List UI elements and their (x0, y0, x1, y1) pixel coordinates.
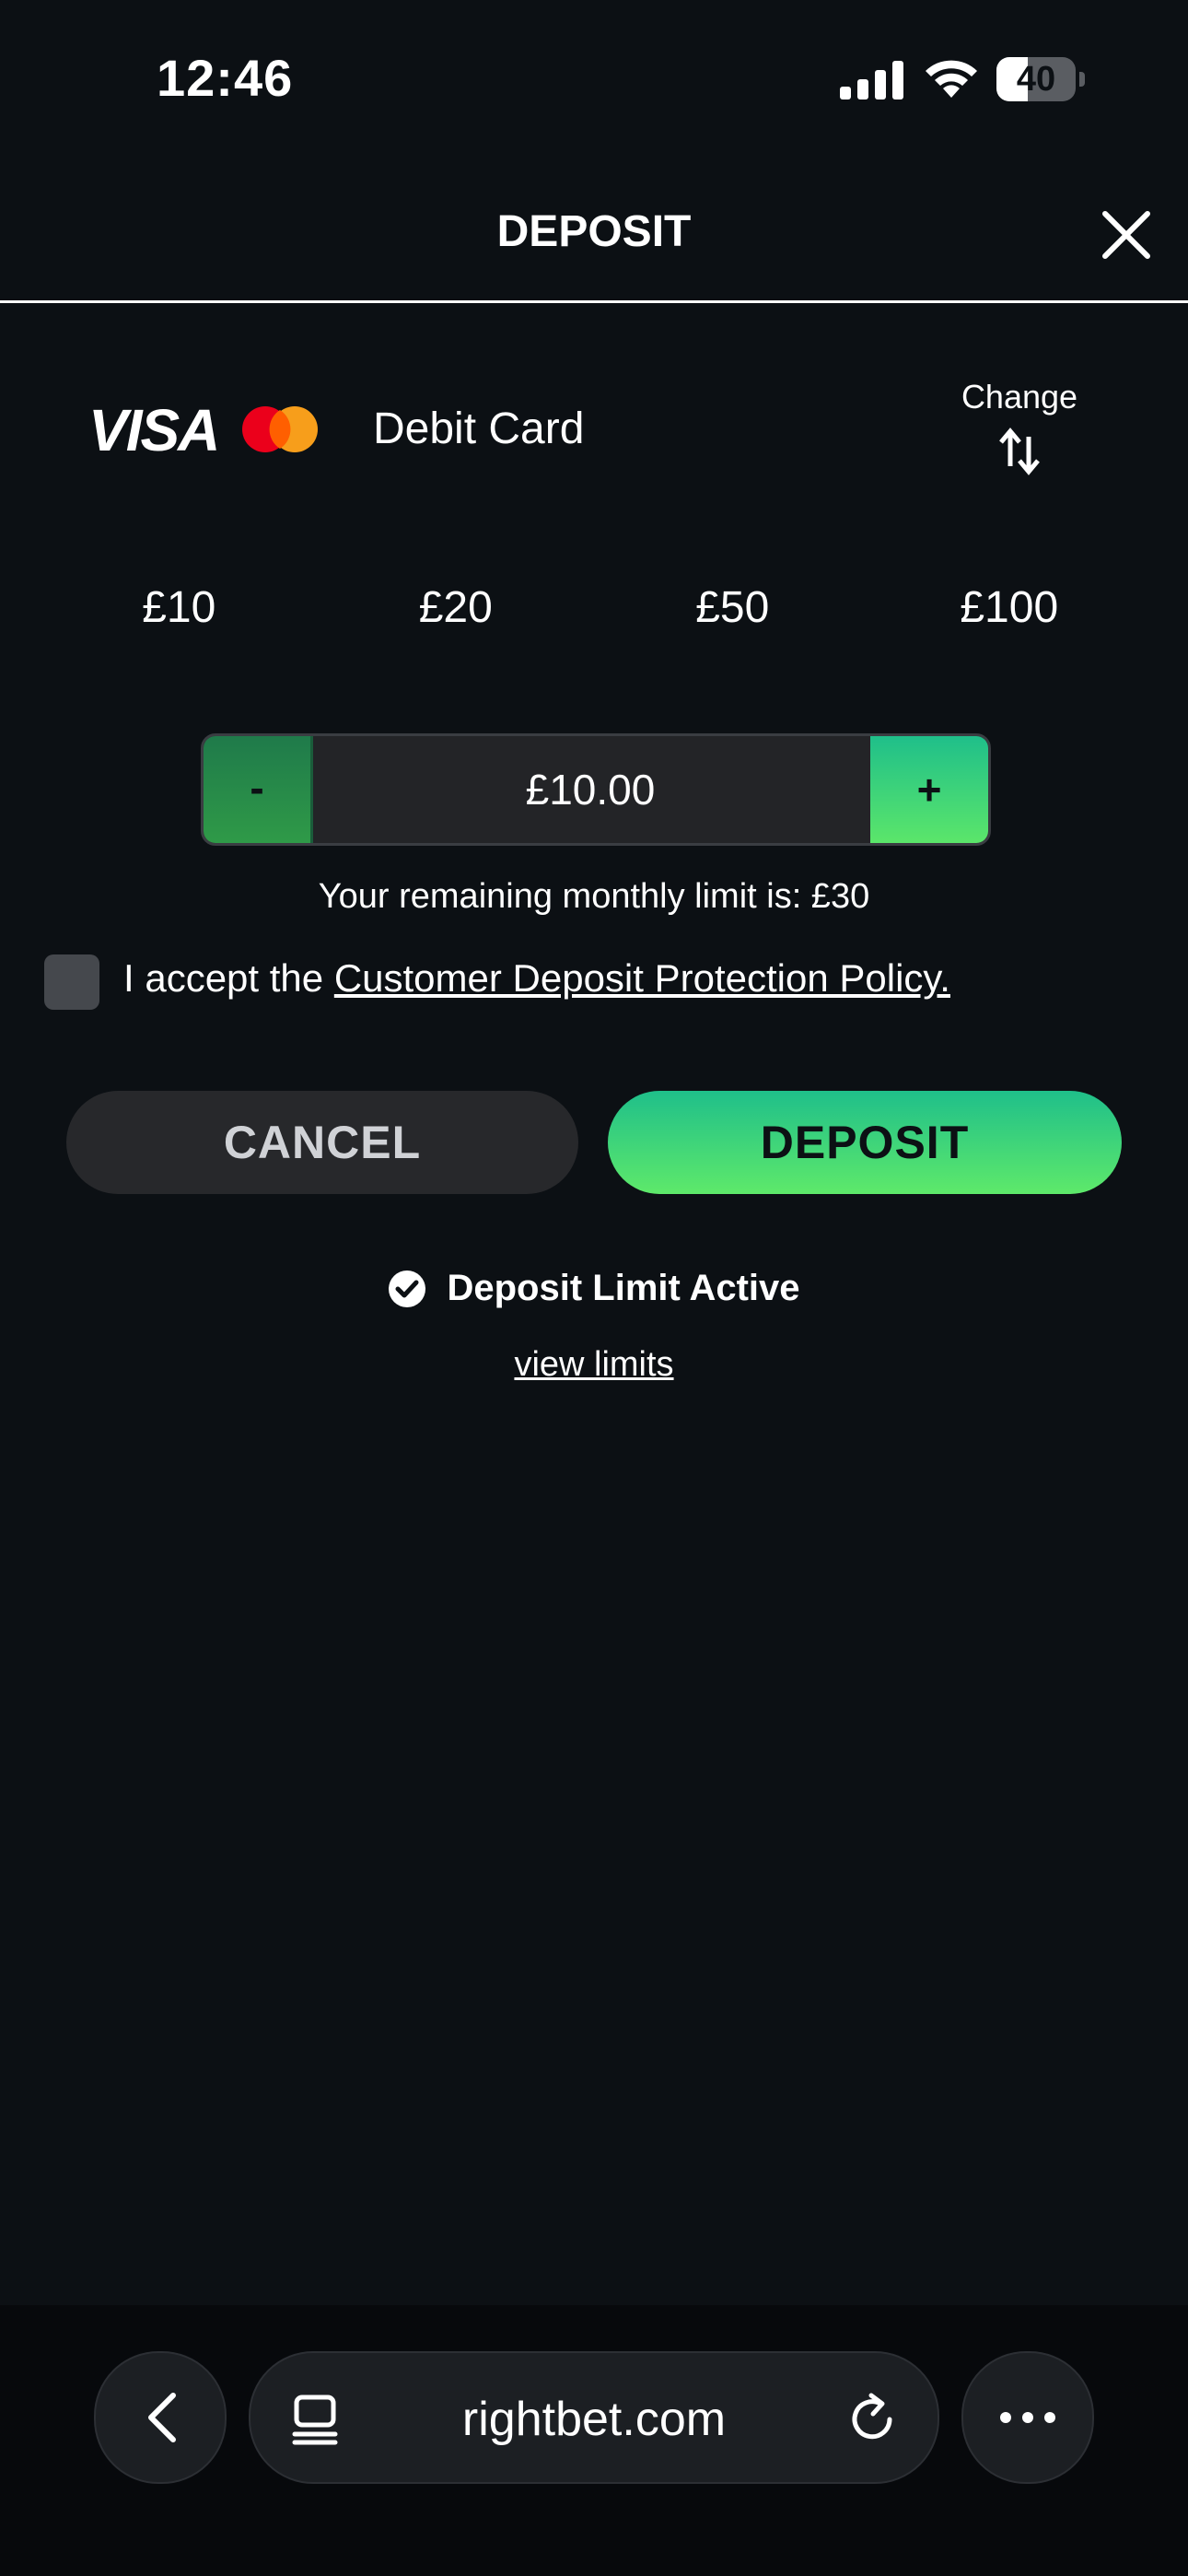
browser-toolbar: rightbet.com (0, 2305, 1188, 2576)
cancel-button[interactable]: CANCEL (66, 1091, 578, 1194)
deposit-limit-status: Deposit Limit Active (0, 1268, 1188, 1319)
wifi-icon (926, 60, 977, 98)
deposit-button[interactable]: DEPOSIT (608, 1091, 1122, 1194)
address-bar[interactable]: rightbet.com (249, 2351, 939, 2484)
policy-acceptance: I accept the Customer Deposit Protection… (44, 953, 1149, 1012)
quick-amount-10[interactable]: £10 (41, 562, 318, 654)
increase-amount-button[interactable]: + (870, 736, 988, 843)
quick-amount-100[interactable]: £100 (871, 562, 1148, 654)
reload-icon[interactable] (847, 2392, 899, 2445)
change-payment-button[interactable]: Change (949, 378, 1090, 479)
quick-amount-20[interactable]: £20 (318, 562, 595, 654)
quick-amounts: £10 £20 £50 £100 (41, 562, 1147, 654)
browser-more-button[interactable] (961, 2351, 1094, 2484)
back-icon (148, 2393, 176, 2442)
page-title: DEPOSIT (496, 207, 692, 256)
mastercard-icon (242, 406, 318, 452)
close-icon[interactable] (1096, 205, 1157, 265)
remaining-limit-text: Your remaining monthly limit is: £30 (318, 877, 870, 916)
status-time: 12:46 (157, 49, 294, 107)
view-limits: view limits (0, 1345, 1188, 1385)
battery-icon: 40 (996, 57, 1085, 101)
policy-prefix: I accept the (123, 956, 334, 1000)
policy-checkbox[interactable] (44, 954, 99, 1010)
policy-link[interactable]: Customer Deposit Protection Policy. (334, 956, 950, 1000)
more-icon (1000, 2412, 1055, 2423)
change-label: Change (961, 378, 1078, 416)
url-text: rightbet.com (461, 2393, 727, 2446)
amount-input[interactable] (313, 736, 868, 843)
quick-amount-50[interactable]: £50 (594, 562, 871, 654)
status-bar: 12:46 40 (0, 0, 1188, 162)
amount-stepper: - + (201, 733, 991, 846)
deposit-limit-text: Deposit Limit Active (447, 1268, 800, 1308)
check-circle-icon (389, 1270, 426, 1307)
battery-level: 40 (1016, 60, 1056, 99)
visa-logo: VISA (88, 397, 220, 463)
deposit-header: DEPOSIT (0, 162, 1188, 303)
card-type-label: Debit Card (373, 404, 585, 453)
signal-icon (840, 61, 903, 100)
swap-arrows-icon (999, 427, 1040, 475)
policy-text: I accept the Customer Deposit Protection… (123, 956, 950, 1001)
decrease-amount-button[interactable]: - (204, 736, 313, 843)
view-limits-link[interactable]: view limits (514, 1345, 673, 1384)
payment-method: VISA Debit Card Change (0, 369, 1188, 488)
browser-back-button[interactable] (94, 2351, 227, 2484)
